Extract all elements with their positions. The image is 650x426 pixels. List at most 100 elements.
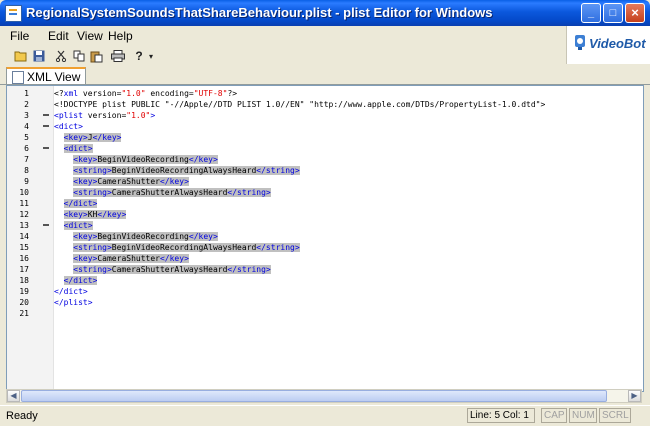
title-bar[interactable]: RegionalSystemSoundsThatShareBehaviour.p…	[0, 0, 650, 26]
code-token: <key>	[63, 133, 88, 142]
code-token: <string>	[73, 188, 112, 197]
code-text: <dict>	[54, 220, 93, 231]
code-token: BeginVideoRecordingAlwaysHeard	[111, 243, 257, 252]
menu-bar: File Edit View Help	[0, 26, 650, 47]
window-title: RegionalSystemSoundsThatShareBehaviour.p…	[26, 5, 493, 20]
scroll-thumb[interactable]	[21, 390, 607, 402]
code-line[interactable]: 20 </plist>	[7, 297, 643, 308]
code-line[interactable]: 4 <dict>	[7, 121, 643, 132]
code-line[interactable]: 2 <!DOCTYPE plist PUBLIC "-//Apple//DTD P…	[7, 99, 643, 110]
code-token: CameraShutterAlwaysHeard	[111, 265, 228, 274]
code-line[interactable]: 3 <plist version="1.0">	[7, 110, 643, 121]
code-token: "1.0"	[126, 111, 151, 120]
scroll-left-button[interactable]: ◀	[7, 390, 20, 402]
dropdown-arrow-icon[interactable]: ▾	[143, 48, 159, 64]
code-line[interactable]: 7 <key>BeginVideoRecording</key>	[7, 154, 643, 165]
code-text: <string>CameraShutterAlwaysHeard</string…	[54, 187, 271, 198]
code-token: <dict>	[63, 144, 93, 153]
app-icon[interactable]	[5, 5, 22, 22]
code-text: </dict>	[54, 198, 98, 209]
code-token: version=	[82, 111, 127, 120]
code-line[interactable]: 1 <?xml version="1.0" encoding="UTF-8"?>	[7, 88, 643, 99]
code-text: <string>CameraShutterAlwaysHeard</string…	[54, 264, 271, 275]
code-line[interactable]: 19 </dict>	[7, 286, 643, 297]
fold-minus-icon[interactable]	[43, 125, 49, 127]
code-token: ?>	[227, 89, 238, 98]
logo-text: VideoBot	[589, 36, 646, 51]
code-token: "UTF-8"	[193, 89, 228, 98]
code-line[interactable]: 9 <key>CameraShutter</key>	[7, 176, 643, 187]
code-token: CameraShutter	[97, 254, 160, 263]
num-indicator: NUM	[569, 408, 597, 423]
close-button[interactable]: ×	[625, 3, 645, 23]
save-icon[interactable]	[31, 48, 47, 64]
tab-xml-view[interactable]: XML View	[6, 67, 86, 84]
minimize-button[interactable]: _	[581, 3, 601, 23]
code-text: <string>BeginVideoRecordingAlwaysHeard</…	[54, 165, 300, 176]
code-line[interactable]: 6 <dict>	[7, 143, 643, 154]
open-icon[interactable]	[13, 48, 29, 64]
code-line[interactable]: 14 <key>BeginVideoRecording</key>	[7, 231, 643, 242]
fold-minus-icon[interactable]	[43, 147, 49, 149]
code-line[interactable]: 5 <key>J</key>	[7, 132, 643, 143]
line-number: 17	[19, 265, 29, 274]
code-line[interactable]: 17 <string>CameraShutterAlwaysHeard</str…	[7, 264, 643, 275]
code-line[interactable]: 16 <key>CameraShutter</key>	[7, 253, 643, 264]
code-token: </string>	[256, 166, 300, 175]
code-token: encoding=	[145, 89, 194, 98]
paste-icon[interactable]	[88, 48, 104, 64]
code-line[interactable]: 10 <string>CameraShutterAlwaysHeard</str…	[7, 187, 643, 198]
code-text: </plist>	[54, 297, 93, 308]
code-line[interactable]: 13 <dict>	[7, 220, 643, 231]
line-number: 21	[19, 309, 29, 318]
code-token: CameraShutterAlwaysHeard	[111, 188, 228, 197]
fold-minus-icon[interactable]	[43, 224, 49, 226]
code-token: BeginVideoRecording	[97, 155, 189, 164]
code-text: <dict>	[54, 121, 83, 132]
code-token: <string>	[73, 265, 112, 274]
line-number: 6	[24, 144, 29, 153]
code-token: xml	[63, 89, 79, 98]
print-icon[interactable]	[110, 48, 126, 64]
cap-indicator: CAP	[541, 408, 567, 423]
menu-file[interactable]: File	[10, 29, 29, 43]
code-line[interactable]: 8 <string>BeginVideoRecordingAlwaysHeard…	[7, 165, 643, 176]
code-line[interactable]: 21	[7, 308, 643, 319]
code-token: </string>	[227, 188, 271, 197]
cut-icon[interactable]	[53, 48, 69, 64]
line-number: 13	[19, 221, 29, 230]
code-line[interactable]: 15 <string>BeginVideoRecordingAlwaysHear…	[7, 242, 643, 253]
code-text: <key>CameraShutter</key>	[54, 176, 189, 187]
xml-editor[interactable]: 1 <?xml version="1.0" encoding="UTF-8"?> 2…	[6, 85, 644, 392]
line-number: 1	[24, 89, 29, 98]
code-token: KH	[87, 210, 98, 219]
copy-icon[interactable]	[71, 48, 87, 64]
menu-edit[interactable]: Edit	[48, 29, 69, 43]
code-line[interactable]: 11 </dict>	[7, 198, 643, 209]
code-token: <key>	[73, 155, 98, 164]
menu-view[interactable]: View	[77, 29, 103, 43]
maximize-button[interactable]: □	[603, 3, 623, 23]
code-token: <dict>	[63, 221, 93, 230]
xml-file-icon	[12, 71, 24, 84]
code-line[interactable]: 18 </dict>	[7, 275, 643, 286]
fold-minus-icon[interactable]	[43, 114, 49, 116]
horizontal-scrollbar[interactable]: ◀ ▶	[6, 389, 642, 403]
code-line[interactable]: 12 <key>KH</key>	[7, 209, 643, 220]
code-token: </key>	[159, 177, 189, 186]
menu-help[interactable]: Help	[108, 29, 133, 43]
code-token: "1.0"	[121, 89, 146, 98]
code-token: >	[150, 111, 156, 120]
cursor-position: Line: 5 Col: 1	[467, 408, 535, 423]
scroll-right-button[interactable]: ▶	[628, 390, 641, 402]
line-number: 3	[24, 111, 29, 120]
tab-strip: XML View	[0, 65, 650, 85]
code-text: <plist version="1.0">	[54, 110, 155, 121]
code-token: </key>	[188, 232, 218, 241]
line-number: 4	[24, 122, 29, 131]
code-token: <dict>	[54, 122, 83, 131]
code-text: <string>BeginVideoRecordingAlwaysHeard</…	[54, 242, 300, 253]
code-text: <key>J</key>	[54, 132, 122, 143]
code-text: <!DOCTYPE plist PUBLIC "-//Apple//DTD PL…	[54, 99, 545, 110]
toolbar: ? ▾	[0, 47, 566, 65]
